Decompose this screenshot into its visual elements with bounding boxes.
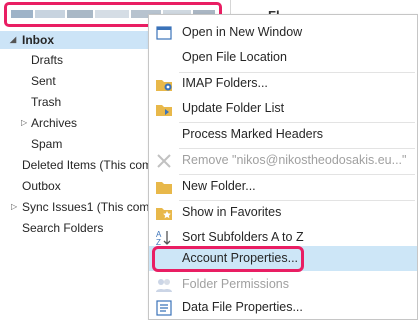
- folder-label: Drafts: [31, 53, 64, 67]
- folder-label: Outbox: [22, 179, 61, 193]
- folder-label: Trash: [31, 95, 62, 109]
- folder-label: Spam: [31, 137, 63, 151]
- menu-folder-permissions[interactable]: Folder Permissions: [149, 272, 417, 297]
- folder-label: Search Folders: [22, 221, 104, 235]
- folder-sync-issues[interactable]: ▷ Sync Issues1 (This computer only): [11, 198, 150, 216]
- menu-label: Open in New Window: [182, 25, 303, 39]
- menu-label: New Folder...: [182, 179, 256, 193]
- menu-imap-folders[interactable]: IMAP Folders...: [149, 71, 417, 96]
- folder-spam[interactable]: Spam: [31, 135, 62, 153]
- expand-triangle-icon[interactable]: ▷: [11, 198, 17, 216]
- menu-label: Data File Properties...: [182, 300, 303, 314]
- menu-label: Sort Subfolders A to Z: [182, 230, 304, 244]
- expand-triangle-icon[interactable]: ▷: [21, 114, 27, 132]
- folder-label: Sent: [31, 74, 56, 88]
- menu-open-in-new-window[interactable]: Open in New Window: [149, 20, 417, 45]
- new-window-icon: [155, 24, 173, 42]
- menu-new-folder[interactable]: New Folder...: [149, 174, 417, 199]
- folder-icon: [155, 178, 173, 196]
- context-menu: Open in New Window Open File Location IM…: [148, 14, 418, 320]
- blurred-account-name: [95, 10, 129, 18]
- imap-folder-icon: [155, 75, 173, 93]
- folder-deleted-items[interactable]: Deleted Items (This computer only): [22, 156, 150, 174]
- folder-label: Sync Issues1 (This computer only): [22, 200, 150, 214]
- menu-update-folder-list[interactable]: Update Folder List: [149, 96, 417, 121]
- update-folder-icon: [155, 100, 173, 118]
- folder-outbox[interactable]: Outbox: [22, 177, 61, 195]
- blurred-account-name: [35, 10, 65, 18]
- favorites-star-icon: [155, 204, 173, 222]
- collapse-triangle-icon[interactable]: ◢: [10, 31, 16, 49]
- menu-label: Open File Location: [182, 50, 287, 64]
- folder-pane: ◢ Inbox Drafts Sent Trash ▷ Archives Spa…: [0, 0, 222, 320]
- menu-label: Folder Permissions: [182, 277, 289, 291]
- menu-label: Process Marked Headers: [182, 127, 324, 141]
- account-properties-highlight: [152, 246, 304, 272]
- menu-label: Show in Favorites: [182, 205, 282, 219]
- folder-label: Inbox: [22, 33, 54, 47]
- menu-data-file-properties[interactable]: Data File Properties...: [149, 295, 417, 320]
- remove-icon: [155, 152, 173, 170]
- folder-drafts[interactable]: Drafts: [31, 51, 63, 69]
- menu-label: Remove "nikos@nikostheodosakis.eu...": [182, 153, 407, 167]
- folder-label: Archives: [31, 116, 78, 130]
- folder-archives[interactable]: ▷ Archives: [20, 114, 160, 132]
- folder-search-folders[interactable]: Search Folders: [22, 219, 103, 237]
- properties-icon: [155, 299, 173, 317]
- folder-label: Deleted Items (This computer only): [22, 158, 150, 172]
- sort-az-icon: AZ: [155, 229, 173, 247]
- menu-open-file-location[interactable]: Open File Location: [149, 45, 417, 70]
- blurred-account-name: [67, 10, 93, 18]
- menu-label: Update Folder List: [182, 101, 285, 115]
- menu-remove-account[interactable]: Remove "nikos@nikostheodosakis.eu...": [149, 148, 417, 173]
- blurred-account-name: [11, 10, 33, 18]
- folder-inbox[interactable]: ◢ Inbox: [0, 31, 160, 49]
- people-icon: [155, 276, 173, 294]
- menu-label: IMAP Folders...: [182, 76, 268, 90]
- folder-trash[interactable]: Trash: [31, 93, 61, 111]
- menu-process-marked-headers[interactable]: Process Marked Headers: [149, 122, 417, 147]
- folder-sent[interactable]: Sent: [31, 72, 56, 90]
- menu-show-in-favorites[interactable]: Show in Favorites: [149, 200, 417, 225]
